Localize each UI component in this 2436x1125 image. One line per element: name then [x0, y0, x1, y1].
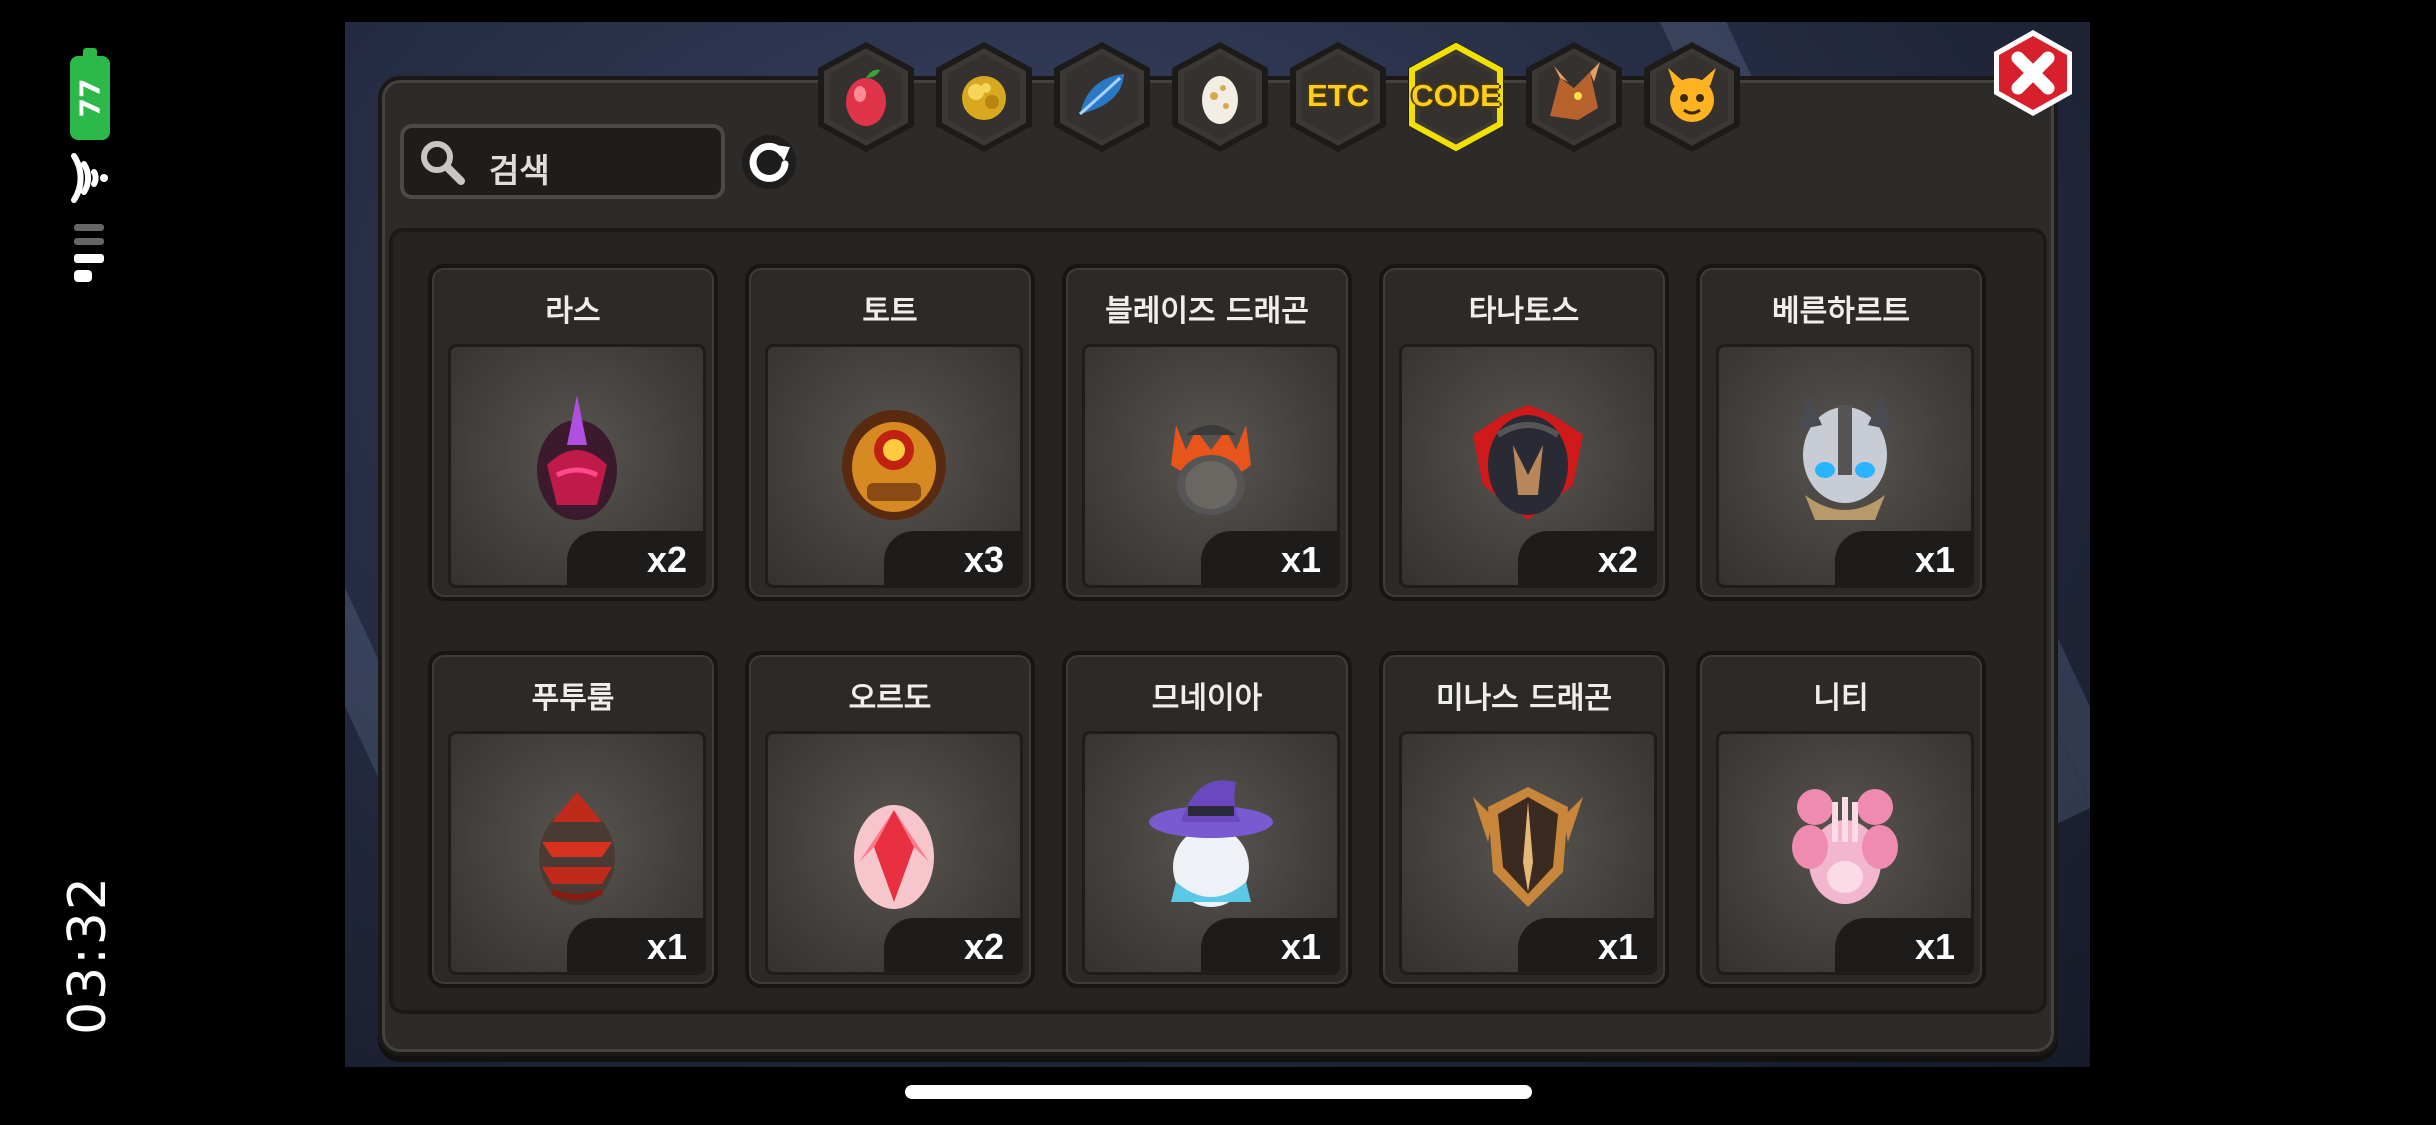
tab-pet[interactable] — [1638, 38, 1746, 156]
item-card[interactable]: 푸투룸 x1 — [428, 651, 718, 988]
item-slot: x3 — [765, 344, 1023, 588]
clock: 03:32 — [58, 875, 118, 1035]
item-card[interactable]: 오르도 x2 — [745, 651, 1035, 988]
blaze-dragon-egg-icon — [1171, 425, 1251, 515]
item-slot: x1 — [1716, 731, 1974, 975]
item-title: 푸투룸 — [531, 681, 615, 716]
item-slot: x1 — [448, 731, 706, 975]
item-count-badge: x1 — [1201, 531, 1337, 585]
search-icon — [421, 141, 465, 185]
item-card[interactable]: 토트 x3 — [745, 264, 1035, 601]
refresh-icon[interactable] — [740, 133, 798, 191]
egg-icon — [1202, 76, 1238, 124]
item-count: x1 — [1914, 926, 1955, 967]
item-count-badge: x1 — [567, 918, 703, 972]
search-input[interactable]: 검색 — [400, 124, 725, 199]
item-count-badge: x1 — [1201, 918, 1337, 972]
item-title: 라스 — [545, 294, 601, 329]
ordo-egg-icon — [854, 805, 934, 909]
item-card[interactable]: 므네이아 x1 — [1062, 651, 1352, 988]
item-count-badge: x1 — [1835, 918, 1971, 972]
item-count: x2 — [963, 926, 1004, 967]
status-bar: 77 03:32 — [0, 0, 180, 1125]
bernhardt-egg-icon — [1798, 395, 1892, 520]
item-slot: x1 — [1716, 344, 1974, 588]
item-count: x1 — [1280, 539, 1321, 580]
item-slot: x2 — [448, 344, 706, 588]
item-card[interactable]: 베른하르트 x1 — [1696, 264, 1986, 601]
cellular-signal-icon — [74, 224, 104, 282]
item-count: x3 — [963, 539, 1004, 580]
tab-gold[interactable] — [930, 38, 1038, 156]
item-title: 베른하르트 — [1772, 294, 1910, 329]
item-slot: x2 — [765, 731, 1023, 975]
item-title: 미나스 드래곤 — [1435, 681, 1613, 716]
home-indicator[interactable] — [905, 1085, 1532, 1099]
minas-dragon-egg-icon — [1473, 787, 1583, 907]
tab-label: ETC — [1307, 78, 1369, 113]
item-card[interactable]: 미나스 드래곤 x1 — [1379, 651, 1669, 988]
item-count: x2 — [1597, 539, 1638, 580]
battery-percent: 77 — [73, 78, 107, 118]
item-card[interactable]: 라스 x2 — [428, 264, 718, 601]
item-count-badge: x2 — [884, 918, 1020, 972]
item-count-badge: x2 — [1518, 531, 1654, 585]
search-placeholder: 검색 — [489, 151, 550, 190]
futurum-egg-icon — [539, 792, 615, 905]
item-count: x1 — [646, 926, 687, 967]
ras-egg-icon — [537, 395, 617, 520]
item-title: 오르도 — [848, 681, 932, 716]
item-title: 블레이즈 드래곤 — [1105, 294, 1309, 329]
tab-feather[interactable] — [1048, 38, 1156, 156]
item-slot: x1 — [1082, 344, 1340, 588]
item-count-badge: x3 — [884, 531, 1020, 585]
item-slot: x1 — [1399, 731, 1657, 975]
close-button[interactable] — [1990, 28, 2076, 118]
gold-nugget-icon — [962, 76, 1006, 120]
item-card[interactable]: 블레이즈 드래곤 x1 — [1062, 264, 1352, 601]
thanatos-egg-icon — [1473, 405, 1583, 520]
tab-code[interactable]: CODE — [1402, 38, 1510, 156]
item-title: 므네이아 — [1151, 681, 1263, 716]
item-count-badge: x1 — [1518, 918, 1654, 972]
item-slot: x2 — [1399, 344, 1657, 588]
tab-label: CODE — [1411, 78, 1501, 113]
item-count: x1 — [1280, 926, 1321, 967]
tab-egg[interactable] — [1166, 38, 1274, 156]
item-count: x1 — [1597, 926, 1638, 967]
tab-etc[interactable]: ETC — [1284, 38, 1392, 156]
tab-dragon[interactable] — [1520, 38, 1628, 156]
mneia-egg-icon — [1149, 780, 1273, 907]
niti-egg-icon — [1792, 789, 1898, 904]
item-title: 니티 — [1813, 681, 1869, 716]
item-card[interactable]: 니티 x1 — [1696, 651, 1986, 988]
item-count: x2 — [646, 539, 687, 580]
wifi-icon — [71, 153, 108, 203]
item-card[interactable]: 타나토스 x2 — [1379, 264, 1669, 601]
item-slot: x1 — [1082, 731, 1340, 975]
item-count: x1 — [1914, 539, 1955, 580]
item-title: 타나토스 — [1468, 294, 1580, 329]
item-count-badge: x1 — [1835, 531, 1971, 585]
item-title: 토트 — [862, 294, 918, 329]
item-count-badge: x2 — [567, 531, 703, 585]
tot-egg-icon — [842, 410, 946, 520]
tab-fruit[interactable] — [812, 38, 920, 156]
battery-icon: 77 — [70, 48, 110, 140]
